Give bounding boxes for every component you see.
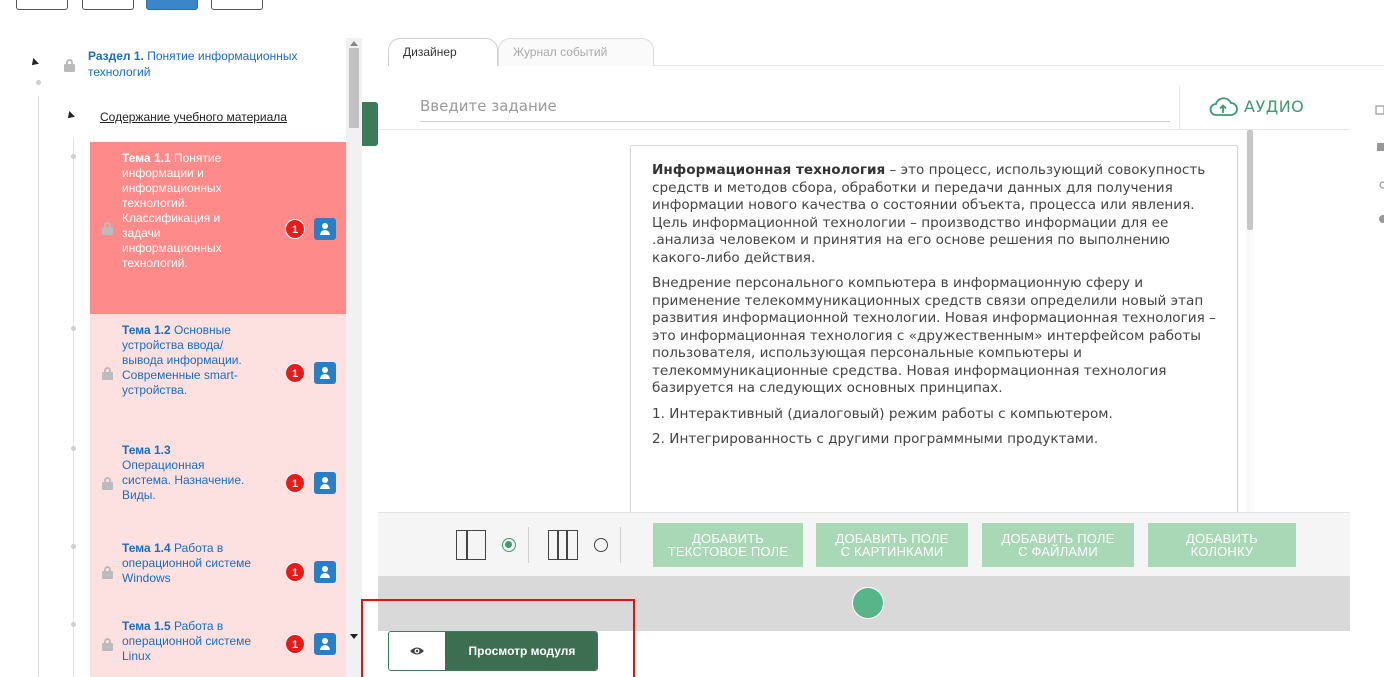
one-column-layout-icon[interactable]	[456, 530, 486, 560]
paragraph: 2. Интегрированность с другими программн…	[652, 431, 1099, 447]
audio-button[interactable]: АУДИО	[1208, 94, 1328, 120]
add-block-button[interactable]	[852, 587, 884, 619]
topic-item-1-4[interactable]: Тема 1.4 Работа в операционной системе W…	[71, 532, 346, 610]
collapse-triangle-icon[interactable]	[29, 58, 39, 68]
cloud-upload-icon	[1209, 97, 1238, 116]
paragraph: Внедрение персонального компьютера в инф…	[652, 275, 1216, 396]
content-link[interactable]: Содержание учебного материала	[100, 110, 287, 124]
topic-item-1-3[interactable]: Тема 1.3 Операционная система. Назначени…	[71, 434, 346, 532]
course-tree: Раздел 1. Понятие информационных техноло…	[0, 38, 362, 677]
scroll-thumb[interactable]	[1247, 130, 1253, 230]
user-icon[interactable]	[314, 218, 336, 240]
user-icon[interactable]	[314, 362, 336, 384]
one-column-radio[interactable]	[502, 538, 516, 552]
lock-icon	[102, 367, 113, 380]
lock-icon	[64, 59, 75, 72]
paragraph: Информационная технология – это процесс,…	[652, 162, 1206, 266]
edge-toolbar-icon[interactable]	[1374, 105, 1384, 115]
block-toolbar: ДОБАВИТЬ ТЕКСТОВОЕ ПОЛЕ ДОБАВИТЬ ПОЛЕ С …	[378, 512, 1350, 576]
scroll-up-arrow-icon[interactable]	[350, 41, 358, 46]
audio-label: АУДИО	[1244, 97, 1305, 116]
user-icon[interactable]	[314, 472, 336, 494]
topic-label: Тема 1.1 Понятие информации и информацио…	[122, 151, 222, 270]
notification-badge: 1	[285, 219, 305, 239]
two-column-radio[interactable]	[594, 538, 608, 552]
add-column-button[interactable]: ДОБАВИТЬ КОЛОНКУ	[1148, 523, 1296, 567]
notification-badge: 1	[285, 363, 305, 383]
highlight-annotation-box	[361, 599, 635, 677]
add-files-field-button[interactable]: ДОБАВИТЬ ПОЛЕ С ФАЙЛАМИ	[982, 523, 1134, 567]
panel-toggle-handle[interactable]	[362, 102, 378, 146]
topic-label: Тема 1.2 Основные устройства ввода/вывод…	[122, 323, 242, 397]
edge-link-icon[interactable]	[1374, 180, 1384, 190]
two-column-layout-icon[interactable]	[548, 530, 578, 560]
scroll-down-arrow-icon[interactable]	[350, 634, 358, 639]
collapse-triangle-icon[interactable]	[65, 111, 75, 121]
task-bar: АУДИО	[378, 86, 1350, 130]
lock-icon	[102, 566, 113, 579]
top-cut-button[interactable]	[82, 0, 134, 10]
topic-item-1-1[interactable]: Тема 1.1 Понятие информации и информацио…	[71, 142, 346, 314]
top-cut-button[interactable]	[211, 0, 263, 10]
user-icon[interactable]	[314, 633, 336, 655]
top-cut-button-active[interactable]	[146, 0, 198, 10]
lock-icon	[102, 477, 113, 490]
lock-icon	[102, 638, 113, 651]
notification-badge: 1	[285, 473, 305, 493]
add-text-field-button[interactable]: ДОБАВИТЬ ТЕКСТОВОЕ ПОЛЕ	[653, 523, 803, 567]
top-cut-toolbar	[0, 0, 1384, 24]
paragraph: 1. Интерактивный (диалоговый) режим рабо…	[652, 405, 1113, 422]
user-icon[interactable]	[314, 561, 336, 583]
topic-label: Тема 1.5 Работа в операционной системе L…	[122, 619, 252, 663]
section-title[interactable]: Раздел 1. Понятие информационных техноло…	[88, 48, 338, 80]
add-images-field-button[interactable]: ДОБАВИТЬ ПОЛЕ С КАРТИНКАМИ	[816, 523, 968, 567]
lock-icon	[102, 222, 113, 235]
tree-scrollbar[interactable]	[346, 38, 362, 677]
designer-canvas: Информационная технология – это процесс,…	[378, 130, 1350, 512]
tab-designer[interactable]: Дизайнер	[388, 38, 498, 66]
topic-item-1-2[interactable]: Тема 1.2 Основные устройства ввода/вывод…	[71, 314, 346, 434]
scroll-thumb[interactable]	[349, 48, 359, 128]
edge-info-icon[interactable]	[1374, 214, 1384, 224]
topic-label: Тема 1.4 Работа в операционной системе W…	[122, 541, 252, 585]
notification-badge: 1	[285, 562, 305, 582]
topic-label: Тема 1.3 Операционная система. Назначени…	[122, 443, 245, 502]
edge-image-icon[interactable]	[1374, 142, 1384, 152]
task-input[interactable]	[420, 90, 1170, 122]
top-cut-button[interactable]	[16, 0, 68, 10]
notification-badge: 1	[285, 634, 305, 654]
topic-item-1-5[interactable]: Тема 1.5 Работа в операционной системе L…	[71, 610, 346, 677]
content-scrollbar[interactable]	[1246, 130, 1254, 512]
tab-event-log[interactable]: Журнал событий	[498, 38, 654, 66]
text-content-block[interactable]: Информационная технология – это процесс,…	[630, 145, 1238, 512]
